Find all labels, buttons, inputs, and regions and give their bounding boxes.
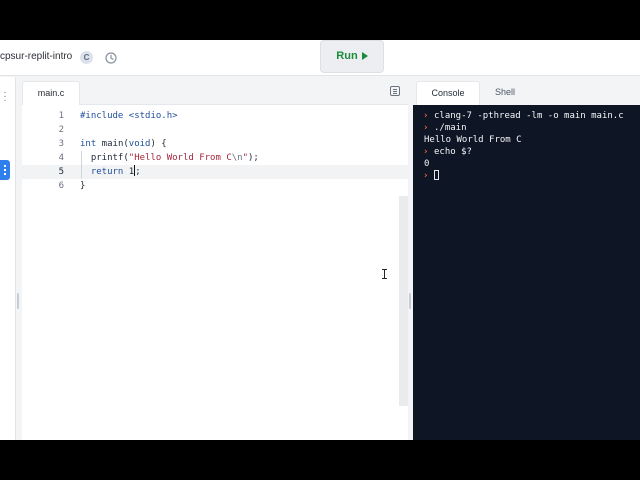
- terminal-cursor: [434, 170, 439, 180]
- editor-tab-bar: main.c: [22, 77, 408, 105]
- sidebar-resize-handle[interactable]: [17, 293, 19, 309]
- prompt-icon: ›: [423, 111, 429, 121]
- repl-name[interactable]: cpsur-replit-intro: [0, 51, 72, 62]
- code-text: return 1;: [90, 165, 141, 177]
- run-button[interactable]: Run: [320, 40, 384, 73]
- console-line: 0: [413, 158, 640, 170]
- code-area[interactable]: 1 #include <stdio.h> 2 3 int main(void) …: [22, 109, 408, 409]
- panel-layout-icon[interactable]: [390, 86, 400, 96]
- code-line: 3 int main(void) {: [22, 137, 408, 151]
- prompt-icon: ›: [423, 147, 429, 157]
- pane-resize-handle[interactable]: [409, 293, 411, 309]
- console-line: › clang-7 -pthread -lm -o main main.c: [413, 110, 640, 122]
- line-number: 6: [58, 181, 64, 191]
- history-icon[interactable]: [104, 51, 118, 65]
- left-sidebar: · · ·: [0, 77, 16, 440]
- line-number: 5: [58, 167, 64, 177]
- console-line: › ./main: [413, 122, 640, 134]
- code-text: }: [80, 181, 86, 191]
- console-input-line[interactable]: ›: [413, 170, 640, 182]
- console-command: clang-7 -pthread -lm -o main main.c: [434, 111, 624, 121]
- console-command: echo $?: [434, 147, 472, 157]
- editor-scrollbar[interactable]: [399, 196, 408, 406]
- console-output-text: 0: [424, 159, 430, 169]
- console-output[interactable]: › clang-7 -pthread -lm -o main main.c › ./…: [413, 105, 640, 440]
- text-caret: [134, 165, 136, 176]
- code-line: 6 }: [22, 179, 408, 193]
- workspace-header: cpsur-replit-intro C Run: [0, 40, 640, 76]
- run-button-label: Run: [336, 50, 358, 62]
- more-vertical-icon[interactable]: · · ·: [1, 88, 9, 106]
- console-command: ./main: [434, 123, 467, 133]
- code-line: 2: [22, 123, 408, 137]
- replit-workspace: cpsur-replit-intro C Run · · · main.c 1 #i…: [0, 40, 640, 440]
- code-text: printf("Hello World From C\n");: [80, 153, 259, 163]
- console-pane: Console Shell › clang-7 -pthread -lm -o m…: [413, 77, 640, 440]
- play-icon: [361, 52, 368, 60]
- line-number: 4: [58, 153, 64, 163]
- console-output-text: Hello World From C: [424, 135, 522, 145]
- files-icon[interactable]: [0, 160, 10, 180]
- mouse-text-cursor: [382, 269, 389, 279]
- tab-main-c[interactable]: main.c: [22, 81, 80, 105]
- tab-shell[interactable]: Shell: [483, 81, 527, 105]
- code-line: 1 #include <stdio.h>: [22, 109, 408, 123]
- line-number: 3: [58, 139, 64, 149]
- code-text: #include <stdio.h>: [80, 111, 178, 121]
- tab-console[interactable]: Console: [416, 81, 480, 105]
- prompt-icon: ›: [423, 123, 429, 133]
- console-line: › echo $?: [413, 146, 640, 158]
- line-number: 1: [58, 111, 64, 121]
- prompt-icon: ›: [423, 171, 429, 181]
- code-line-current: 5 return 1;: [22, 165, 408, 179]
- console-line: Hello World From C: [413, 134, 640, 146]
- code-line: 4 printf("Hello World From C\n");: [22, 151, 408, 165]
- language-badge[interactable]: C: [80, 51, 93, 64]
- line-number: 2: [58, 125, 64, 135]
- code-editor-pane: main.c 1 #include <stdio.h> 2 3 int main…: [22, 77, 408, 440]
- code-text: int main(void) {: [80, 139, 167, 149]
